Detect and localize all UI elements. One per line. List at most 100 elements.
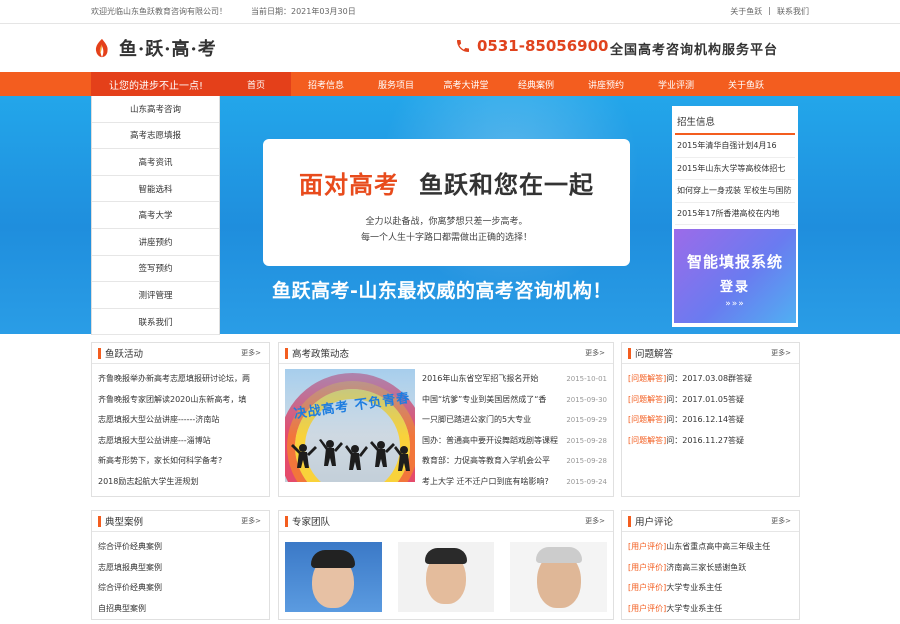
smart-application-login-button[interactable]: 智能填报系统 登录 »»»	[674, 229, 796, 323]
recruit-item[interactable]: 如何穿上一身戎装 军校生与国防	[675, 180, 795, 203]
phone-icon	[457, 40, 469, 52]
list-item[interactable]: 志愿填报典型案例	[98, 558, 263, 579]
nav-promo: 让您的进步不止一点!	[91, 72, 221, 96]
more-link[interactable]: 更多>	[241, 348, 261, 358]
recruit-item[interactable]: 2015年山东大学等高校体招七	[675, 158, 795, 180]
panel-activities: 鱼跃活动 更多> 齐鲁晚报举办新高考志愿填报研讨论坛，两 齐鲁晚报专家团解读20…	[91, 342, 270, 497]
review-tag: [用户评价]	[628, 603, 667, 613]
more-link[interactable]: 更多>	[771, 348, 791, 358]
list-item[interactable]: 自招典型案例	[98, 599, 263, 620]
top-bar: 欢迎光临山东鱼跃教育咨询有限公司！ 当前日期：2021年03月30日 关于鱼跃 …	[0, 0, 900, 24]
panel-accent-bar	[285, 347, 288, 359]
expert-photo[interactable]	[397, 542, 495, 612]
qa-item[interactable]: [问题解答]问：2017.03.08群答疑	[628, 369, 793, 390]
contact-link[interactable]: 联系我们	[777, 6, 809, 17]
about-link[interactable]: 关于鱼跃	[730, 6, 762, 17]
news-row[interactable]: 一只脚已踏进公家门的5大专业 2015-09-29	[422, 410, 607, 431]
news-row[interactable]: 2016年山东省空军招飞报名开始 2015-10-01	[422, 369, 607, 390]
sidebar-item-sign-booking[interactable]: 签写预约	[92, 256, 219, 283]
sidebar-item-news[interactable]: 高考资讯	[92, 149, 219, 176]
sysbtn-line-1: 智能填报系统	[686, 253, 783, 271]
more-link[interactable]: 更多>	[585, 516, 605, 526]
news-title: 一只脚已踏进公家门的5大专业	[422, 415, 532, 424]
list-item[interactable]: 新高考形势下，家长如何科学备考?	[98, 451, 263, 472]
expert-photo[interactable]	[510, 542, 608, 612]
review-item[interactable]: [用户评价]济南高三家长感谢鱼跃	[628, 558, 793, 579]
news-row[interactable]: 国办：普通高中要开设舞蹈戏剧等课程 2015-09-28	[422, 431, 607, 452]
news-date: 2015-09-24	[566, 477, 607, 486]
review-item[interactable]: [用户评价]大学专业系主任	[628, 599, 793, 620]
site-logo[interactable]: 鱼·跃·高·考	[91, 35, 217, 61]
qa-text: 问：2017.01.05答疑	[666, 394, 745, 404]
qa-item[interactable]: [问题解答]问：2016.12.14答疑	[628, 410, 793, 431]
more-link[interactable]: 更多>	[771, 516, 791, 526]
nav-item-services[interactable]: 服务项目	[361, 72, 431, 96]
nav-item-lectures[interactable]: 高考大讲堂	[431, 72, 501, 96]
sidebar-item-consult[interactable]: 山东高考咨询	[92, 96, 219, 123]
sidebar-item-subject-select[interactable]: 智能选科	[92, 176, 219, 203]
qa-text: 问：2016.12.14答疑	[666, 415, 745, 425]
panel-policy: 高考政策动态 更多> 决战高考 不负青春 2016年山东省空军招飞报名开始 201…	[278, 342, 614, 497]
qa-item[interactable]: [问题解答]问：2017.01.05答疑	[628, 390, 793, 411]
news-date: 2015-09-30	[566, 395, 607, 404]
review-tag: [用户评价]	[628, 583, 667, 593]
panel-experts: 专家团队 更多>	[278, 510, 614, 620]
panel-title: 专家团队	[292, 517, 331, 528]
panel-accent-bar	[628, 347, 631, 359]
qa-tag: [问题解答]	[628, 415, 667, 425]
sidebar-menu: 山东高考咨询 高考志愿填报 高考资讯 智能选科 高考大学 讲座预约 签写预约 测…	[91, 96, 220, 336]
panel-title: 典型案例	[105, 517, 144, 528]
logo-text: 鱼·跃·高·考	[119, 39, 217, 60]
nav-item-cases[interactable]: 经典案例	[501, 72, 571, 96]
list-item[interactable]: 综合评价经典案例	[98, 578, 263, 599]
sidebar-item-assessment[interactable]: 测评管理	[92, 282, 219, 309]
sidebar-item-contact[interactable]: 联系我们	[92, 309, 219, 336]
logo-flame-icon	[95, 38, 108, 58]
qa-text: 问：2017.03.08群答疑	[666, 374, 753, 383]
nav-item-admissions[interactable]: 招考信息	[291, 72, 361, 96]
expert-photo[interactable]	[285, 542, 382, 612]
news-title: 教育部：力促高等教育入学机会公平	[422, 456, 550, 465]
list-item[interactable]: 齐鲁晚报专家团解读2020山东新高考，填	[98, 390, 263, 411]
header-slogan: 全国高考咨询机构服务平台	[610, 43, 779, 58]
qa-tag: [问题解答]	[628, 374, 667, 383]
more-link[interactable]: 更多>	[585, 348, 605, 358]
news-title: 考上大学 迁不迁户口到底有啥影响?	[422, 476, 549, 486]
nav-item-booking[interactable]: 讲座预约	[571, 72, 641, 96]
panel-title: 用户评论	[635, 517, 674, 528]
list-item[interactable]: 齐鲁晚报举办新高考志愿填报研讨论坛，两	[98, 369, 263, 390]
panel-accent-bar	[628, 515, 631, 527]
list-item[interactable]: 志愿填报大型公益讲座------济南站	[98, 410, 263, 431]
panel-accent-bar	[285, 515, 288, 527]
list-item[interactable]: 综合评价经典案例	[98, 537, 263, 558]
policy-image[interactable]: 决战高考 不负青春	[285, 369, 415, 482]
list-item[interactable]: 志愿填报大型公益讲座---淄博站	[98, 431, 263, 452]
recruit-item[interactable]: 2015年清华自强计划4月16	[675, 135, 795, 158]
expert-hair	[425, 548, 467, 564]
sysbtn-line-2: 登录	[719, 280, 750, 295]
qa-item[interactable]: [问题解答]问：2016.11.27答疑	[628, 431, 793, 452]
news-row[interactable]: 中国“坑爹”专业到美国居然成了“香 2015-09-30	[422, 390, 607, 411]
news-date: 2015-09-28	[566, 457, 607, 465]
panel-title: 高考政策动态	[292, 349, 350, 360]
main-nav: 让您的进步不止一点! 首页 招考信息 服务项目 高考大讲堂 经典案例 讲座预约 …	[0, 72, 900, 96]
more-link[interactable]: 更多>	[241, 516, 261, 526]
panel-title: 鱼跃活动	[105, 349, 144, 360]
list-item[interactable]: 2018励志起航大学生涯规划	[98, 472, 263, 493]
sidebar-item-universities[interactable]: 高考大学	[92, 202, 219, 229]
nav-item-home[interactable]: 首页	[221, 72, 291, 96]
news-row[interactable]: 考上大学 迁不迁户口到底有啥影响? 2015-09-24	[422, 472, 607, 493]
expert-hair	[311, 550, 356, 568]
panel-cases: 典型案例 更多> 综合评价经典案例 志愿填报典型案例 综合评价经典案例 自招典型…	[91, 510, 270, 620]
review-text: 大学专业系主任	[666, 603, 723, 613]
review-item[interactable]: [用户评价]大学专业系主任	[628, 578, 793, 599]
news-row[interactable]: 教育部：力促高等教育入学机会公平 2015-09-28	[422, 451, 607, 472]
sidebar-item-lecture-booking[interactable]: 讲座预约	[92, 229, 219, 256]
recruit-item[interactable]: 2015年17所香港高校在内地	[675, 203, 795, 225]
phone-number: 0531-85056900	[455, 37, 608, 55]
nav-item-assessment[interactable]: 学业评测	[641, 72, 711, 96]
sidebar-item-application[interactable]: 高考志愿填报	[92, 123, 219, 150]
review-text: 山东省重点高中高三年级主任	[666, 542, 771, 551]
review-item[interactable]: [用户评价]山东省重点高中高三年级主任	[628, 537, 793, 558]
nav-item-about[interactable]: 关于鱼跃	[711, 72, 781, 96]
